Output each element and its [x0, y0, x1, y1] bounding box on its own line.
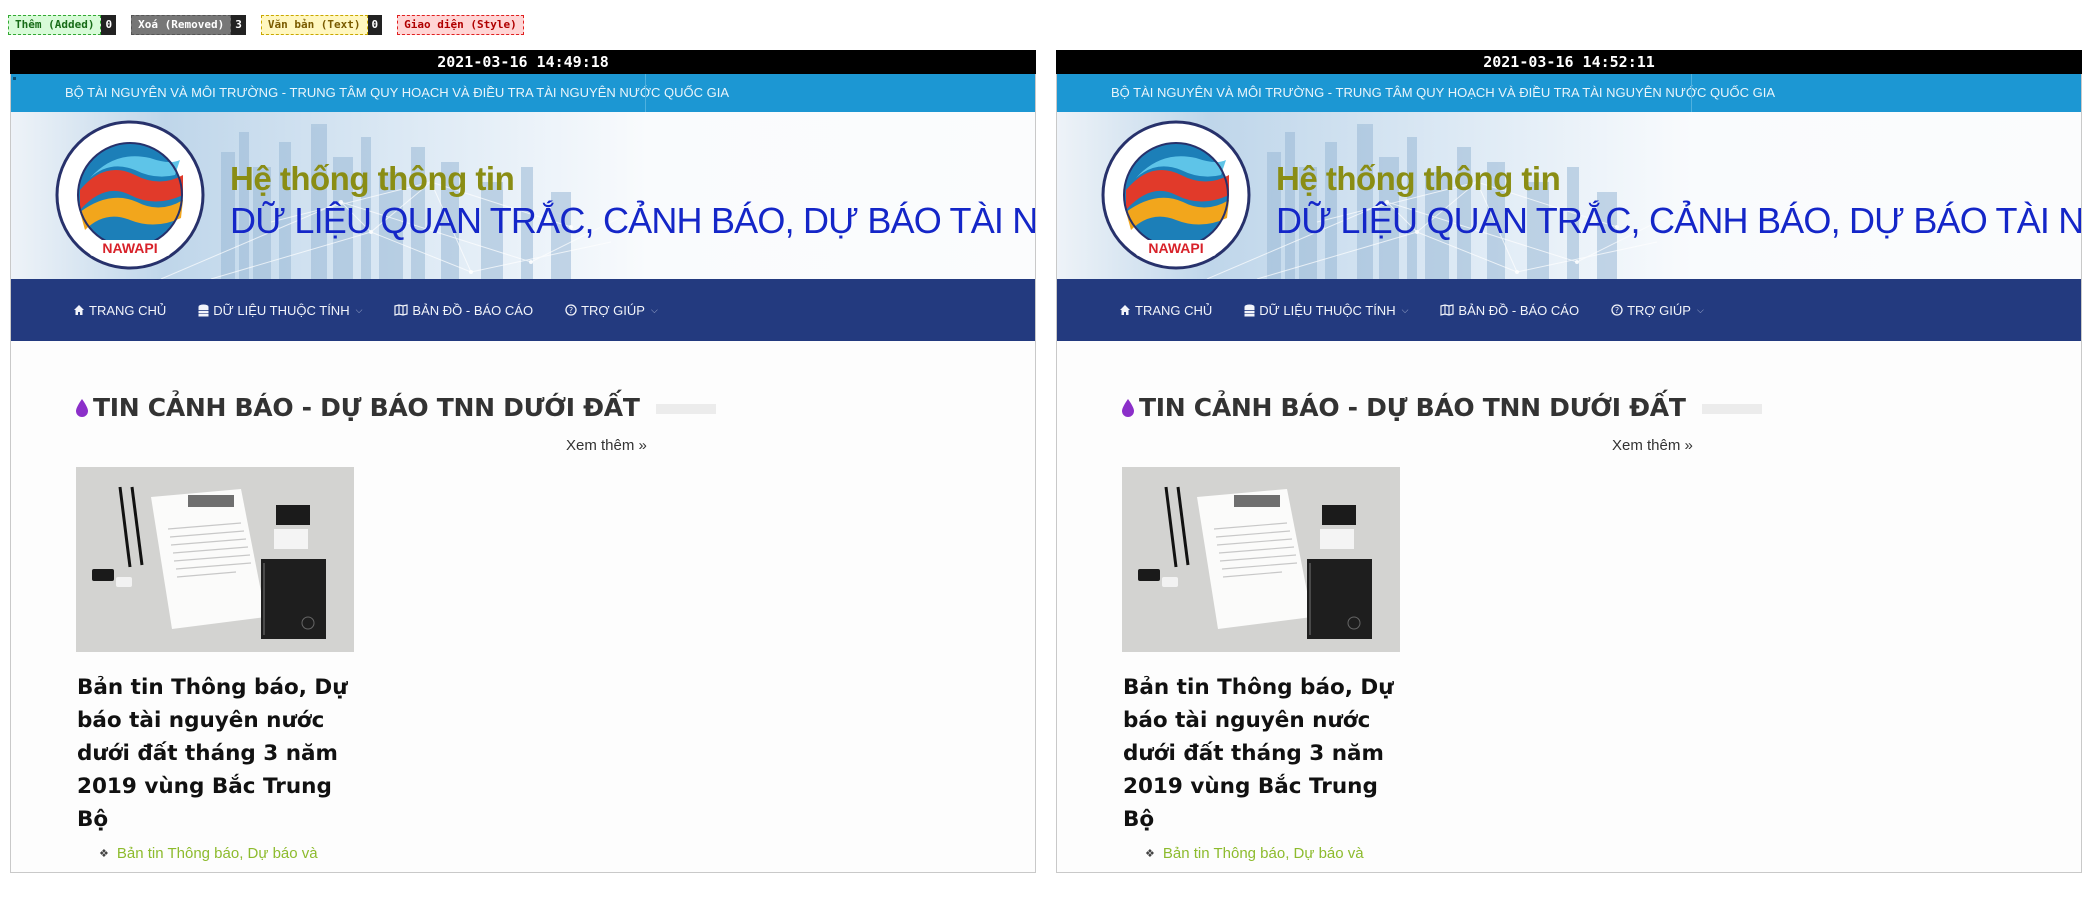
- nav-item-data-attributes[interactable]: DỮ LIỆU THUỘC TÍNH ⌵: [198, 303, 362, 318]
- banner-title-line2: DỮ LIỆU QUAN TRẮC, CẢNH BÁO, DỰ BÁO TÀI …: [230, 200, 1035, 241]
- nav-item-map-report[interactable]: BẢN ĐỒ - BÁO CÁO: [1440, 303, 1579, 318]
- nav-item-label: BẢN ĐỒ - BÁO CÁO: [1458, 302, 1580, 318]
- help-circle-icon: ?: [1611, 304, 1623, 316]
- nawapi-logo: NAWAPI: [55, 120, 205, 270]
- section-header: TIN CẢNH BÁO - DỰ BÁO TNN DƯỚI ĐẤT: [75, 393, 716, 422]
- logo-text: NAWAPI: [1148, 240, 1203, 256]
- topbar-divider: [1691, 74, 1692, 112]
- site-topbar: BỘ TÀI NGUYÊN VÀ MÔI TRƯỜNG - TRUNG TÂM …: [1057, 74, 2081, 112]
- main-content: TIN CẢNH BÁO - DỰ BÁO TNN DƯỚI ĐẤT Xem t…: [1057, 341, 2081, 872]
- related-article-link[interactable]: ❖ Bản tin Thông báo, Dự báo và: [99, 845, 318, 862]
- page-frame: BỘ TÀI NGUYÊN VÀ MÔI TRƯỜNG - TRUNG TÂM …: [1056, 74, 2082, 873]
- site-topbar: BỘ TÀI NGUYÊN VÀ MÔI TRƯỜNG - TRUNG TÂM …: [11, 74, 1035, 112]
- water-drop-icon: [1122, 398, 1134, 417]
- legend-text-count: 0: [367, 15, 383, 35]
- chevron-down-icon: ⌵: [650, 304, 658, 315]
- nav-item-data-attributes[interactable]: DỮ LIỆU THUỘC TÍNH ⌵: [1244, 303, 1408, 318]
- topbar-divider: [645, 74, 646, 112]
- logo-text: NAWAPI: [102, 240, 157, 256]
- legend-text-label: Văn bản (Text): [260, 15, 368, 35]
- diamond-bullet-icon: ❖: [1145, 848, 1155, 860]
- section-title: TIN CẢNH BÁO - DỰ BÁO TNN DƯỚI ĐẤT: [1139, 393, 1686, 422]
- related-article-label: Bản tin Thông báo, Dự báo và: [116, 845, 318, 862]
- nav-item-label: TRANG CHỦ: [89, 302, 167, 318]
- article-title-link[interactable]: Bản tin Thông báo, Dự báo tài nguyên nướ…: [1123, 671, 1413, 836]
- map-icon: [1440, 304, 1455, 316]
- topbar-text: BỘ TÀI NGUYÊN VÀ MÔI TRƯỜNG - TRUNG TÂM …: [1111, 85, 1776, 100]
- nav-item-home[interactable]: TRANG CHỦ: [1119, 303, 1212, 318]
- main-navbar: TRANG CHỦ DỮ LIỆU THUỘC TÍNH ⌵ BẢN ĐỒ - …: [1057, 279, 2081, 341]
- database-icon: [1244, 304, 1255, 316]
- svg-text:?: ?: [569, 306, 573, 315]
- related-article-link[interactable]: ❖ Bản tin Thông báo, Dự báo và: [1145, 845, 1364, 862]
- chevron-down-icon: ⌵: [1401, 304, 1409, 315]
- nav-item-label: BẢN ĐỒ - BÁO CÁO: [412, 302, 534, 318]
- banner-title-line2: DỮ LIỆU QUAN TRẮC, CẢNH BÁO, DỰ BÁO TÀI …: [1276, 200, 2081, 241]
- article-title-link[interactable]: Bản tin Thông báo, Dự báo tài nguyên nướ…: [77, 671, 367, 836]
- legend-removed: Xoá (Removed) 3: [131, 15, 246, 35]
- page-frame: BỘ TÀI NGUYÊN VÀ MÔI TRƯỜNG - TRUNG TÂM …: [10, 74, 1036, 873]
- related-article-label: Bản tin Thông báo, Dự báo và: [1162, 845, 1364, 862]
- site-banner: NAWAPI Hệ thống thông tin DỮ LIỆU QUAN T…: [11, 112, 1035, 279]
- snapshot-timestamp: 2021-03-16 14:52:11: [1056, 50, 2082, 74]
- nav-item-label: TRỢ GIÚP: [1627, 302, 1691, 318]
- banner-title-line1: Hệ thống thông tin: [1276, 160, 1561, 197]
- chevron-down-icon: ⌵: [1696, 304, 1704, 315]
- svg-text:?: ?: [1615, 306, 1619, 315]
- nav-item-home[interactable]: TRANG CHỦ: [73, 303, 166, 318]
- topbar-text: BỘ TÀI NGUYÊN VÀ MÔI TRƯỜNG - TRUNG TÂM …: [65, 85, 730, 100]
- see-more-link[interactable]: Xem thêm »: [1612, 437, 1693, 454]
- home-icon: [1120, 305, 1130, 315]
- home-icon: [74, 305, 84, 315]
- diamond-bullet-icon: ❖: [99, 848, 109, 860]
- topbar-marker: [13, 77, 16, 80]
- nav-item-label: TRANG CHỦ: [1135, 302, 1213, 318]
- section-header: TIN CẢNH BÁO - DỰ BÁO TNN DƯỚI ĐẤT: [1121, 393, 1762, 422]
- stationery-mockup-image: [76, 467, 354, 652]
- legend-added-count: 0: [101, 15, 117, 35]
- main-content: TIN CẢNH BÁO - DỰ BÁO TNN DƯỚI ĐẤT Xem t…: [11, 341, 1035, 872]
- map-icon: [394, 304, 409, 316]
- banner-title-line1: Hệ thống thông tin: [230, 160, 515, 197]
- nav-item-map-report[interactable]: BẢN ĐỒ - BÁO CÁO: [394, 303, 533, 318]
- see-more-link[interactable]: Xem thêm »: [566, 437, 647, 454]
- legend-style: Giao diện (Style): [397, 15, 524, 35]
- section-title: TIN CẢNH BÁO - DỰ BÁO TNN DƯỚI ĐẤT: [93, 393, 640, 422]
- nav-item-label: TRỢ GIÚP: [581, 302, 645, 318]
- article-thumbnail[interactable]: [1122, 467, 1400, 652]
- stationery-mockup-image: [1122, 467, 1400, 652]
- legend-added: Thêm (Added) 0: [8, 15, 117, 35]
- snapshot-timestamp: 2021-03-16 14:49:18: [10, 50, 1036, 74]
- water-drop-icon: [76, 398, 88, 417]
- legend-removed-count: 3: [231, 15, 246, 35]
- nawapi-logo: NAWAPI: [1101, 120, 1251, 270]
- legend-text: Văn bản (Text) 0: [260, 15, 383, 35]
- chevron-down-icon: ⌵: [355, 304, 363, 315]
- site-banner: NAWAPI Hệ thống thông tin DỮ LIỆU QUAN T…: [1057, 112, 2081, 279]
- nav-item-help[interactable]: ? TRỢ GIÚP ⌵: [1611, 303, 1704, 318]
- section-title-underline: [655, 403, 716, 414]
- help-circle-icon: ?: [565, 304, 577, 316]
- diff-legend: Thêm (Added) 0 Xoá (Removed) 3 Văn bản (…: [8, 15, 524, 35]
- snapshot-panel-after: 2021-03-16 14:52:11 BỘ TÀI NGUYÊN VÀ MÔI…: [1056, 50, 2082, 875]
- nav-item-label: DỮ LIỆU THUỘC TÍNH: [213, 302, 350, 318]
- legend-style-label: Giao diện (Style): [397, 15, 524, 35]
- nav-item-label: DỮ LIỆU THUỘC TÍNH: [1259, 302, 1396, 318]
- legend-removed-label: Xoá (Removed): [131, 15, 232, 35]
- section-title-underline: [1701, 403, 1762, 414]
- legend-added-label: Thêm (Added): [8, 15, 102, 35]
- snapshot-panel-before: 2021-03-16 14:49:18 BỘ TÀI NGUYÊN VÀ MÔI…: [10, 50, 1036, 875]
- article-thumbnail[interactable]: [76, 467, 354, 652]
- database-icon: [198, 304, 209, 316]
- nav-item-help[interactable]: ? TRỢ GIÚP ⌵: [565, 303, 658, 318]
- main-navbar: TRANG CHỦ DỮ LIỆU THUỘC TÍNH ⌵ BẢN ĐỒ - …: [11, 279, 1035, 341]
